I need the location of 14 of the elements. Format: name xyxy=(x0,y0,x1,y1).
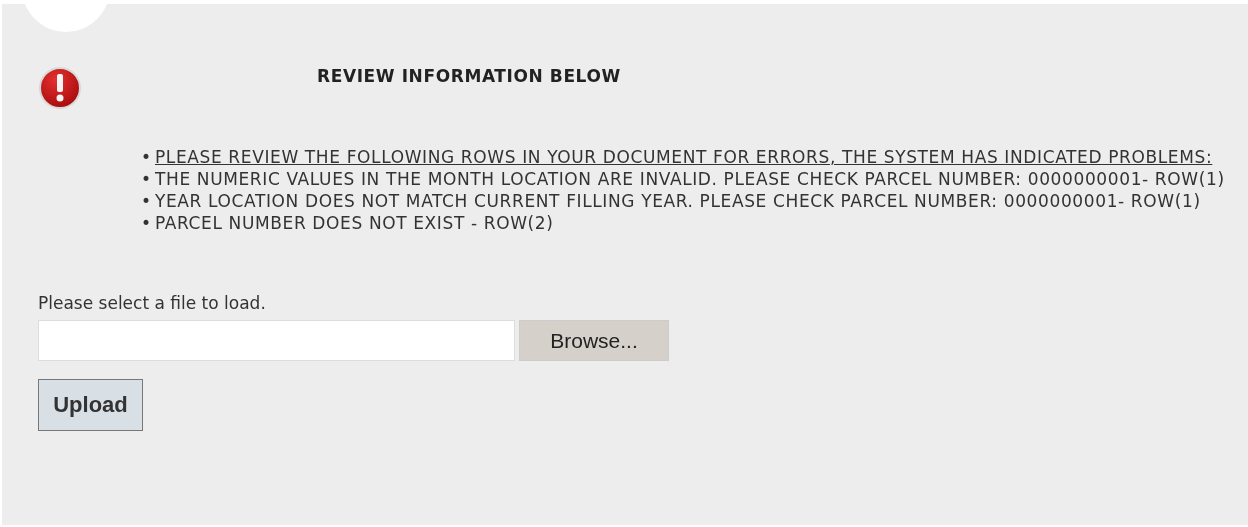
error-message: YEAR LOCATION DOES NOT MATCH CURRENT FILLING YEAR. PLEASE CHECK PARCEL NUMBER: 0000000001- ROW(1) xyxy=(155,190,1201,212)
error-icon xyxy=(38,66,82,110)
error-summary: PLEASE REVIEW THE FOLLOWING ROWS IN YOUR DOCUMENT FOR ERRORS, THE SYSTEM HAS INDICATED PROBLEMS: xyxy=(155,146,1213,168)
bullet: • xyxy=(141,146,153,168)
browse-button[interactable]: Browse... xyxy=(519,320,669,361)
bullet: • xyxy=(141,190,153,212)
file-path-field[interactable] xyxy=(38,320,515,361)
notice-title: REVIEW INFORMATION BELOW xyxy=(317,66,621,86)
error-message: PARCEL NUMBER DOES NOT EXIST - ROW(2) xyxy=(155,212,554,234)
upload-button[interactable]: Upload xyxy=(38,379,143,431)
bullet: • xyxy=(141,168,153,190)
bullet: • xyxy=(141,212,153,234)
error-message: THE NUMERIC VALUES IN THE MONTH LOCATION ARE INVALID. PLEASE CHECK PARCEL NUMBER: 0000000001- ROW(1) xyxy=(155,168,1225,190)
file-label: Please select a file to load. xyxy=(38,292,267,314)
